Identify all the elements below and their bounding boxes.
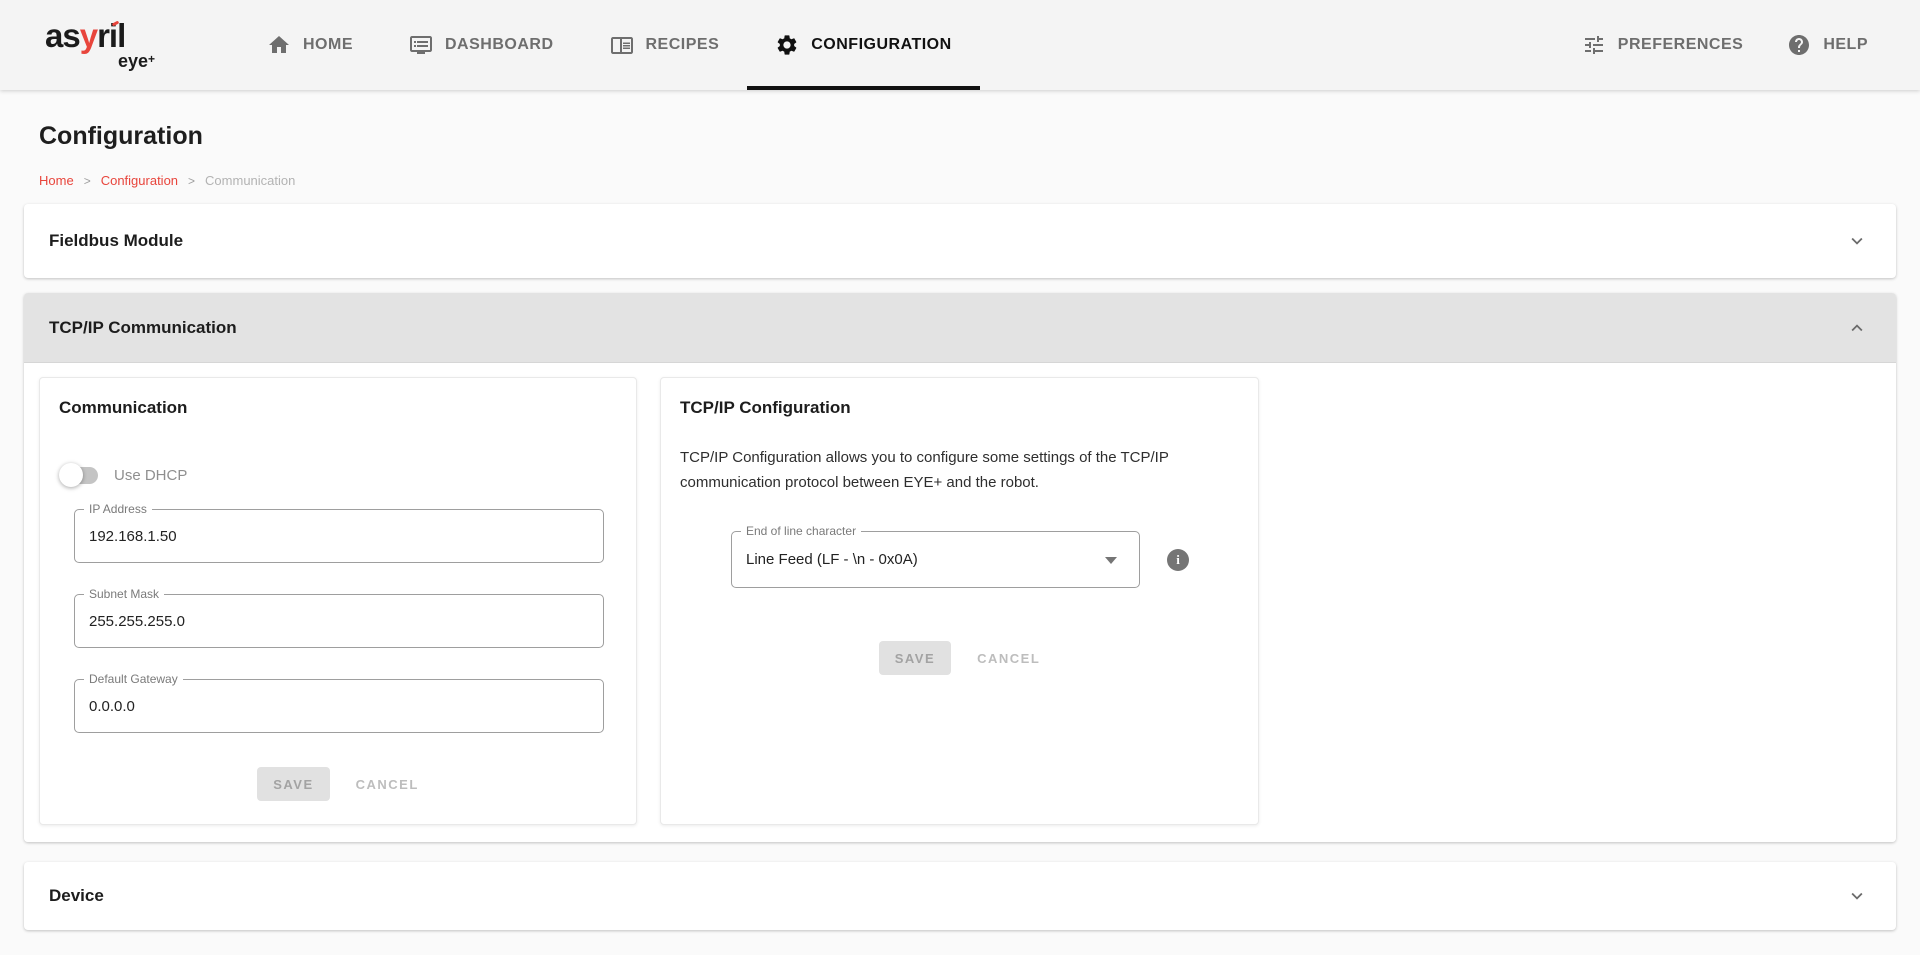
logo-subtext: eye+	[45, 51, 155, 69]
chevron-down-icon	[1846, 885, 1868, 907]
breadcrumb-separator: >	[188, 174, 195, 188]
end-of-line-character-select[interactable]: End of line character Line Feed (LF - \n…	[731, 531, 1140, 588]
communication-save-button[interactable]: SAVE	[257, 767, 329, 801]
tcpip-configuration-actions: SAVE CANCEL	[661, 641, 1258, 675]
logo-wordmark: asyril	[45, 21, 155, 51]
use-dhcp-toggle[interactable]	[59, 463, 99, 487]
asyril-logo[interactable]: asyril eye+	[45, 0, 155, 90]
main-content: Configuration Home > Configuration > Com…	[0, 122, 1920, 930]
tab-home[interactable]: HOME	[239, 0, 381, 90]
subnet-mask-field-label: Subnet Mask	[84, 587, 164, 601]
tcpip-communication-body: Communication Use DHCP IP Address Subnet…	[24, 363, 1896, 842]
tcpip-configuration-description: TCP/IP Configuration allows you to confi…	[680, 445, 1185, 495]
app-header: asyril eye+ HOME DASHBOARD RECIPES	[0, 0, 1920, 90]
end-of-line-character-label: End of line character	[741, 524, 861, 538]
chevron-down-icon	[1846, 230, 1868, 252]
breadcrumb-separator: >	[84, 174, 91, 188]
tab-recipes-label: RECIPES	[646, 36, 720, 54]
main-navigation: HOME DASHBOARD RECIPES CONFIGURATION	[239, 0, 980, 90]
breadcrumb-home-link[interactable]: Home	[39, 173, 74, 188]
tcpip-communication-header[interactable]: TCP/IP Communication	[24, 293, 1896, 363]
logo-text-as: as	[45, 21, 80, 51]
tab-configuration[interactable]: CONFIGURATION	[747, 0, 979, 90]
ip-address-field-label: IP Address	[84, 502, 152, 516]
device-title: Device	[49, 886, 104, 906]
tab-configuration-label: CONFIGURATION	[811, 36, 951, 54]
communication-card: Communication Use DHCP IP Address Subnet…	[39, 377, 637, 825]
default-gateway-field[interactable]: Default Gateway	[74, 679, 604, 733]
help-button[interactable]: HELP	[1765, 0, 1890, 90]
breadcrumb: Home > Configuration > Communication	[39, 173, 1896, 188]
toggle-thumb	[59, 463, 83, 487]
info-icon[interactable]: i	[1167, 549, 1189, 571]
tcpip-communication-title: TCP/IP Communication	[49, 318, 237, 338]
communication-card-title: Communication	[59, 398, 636, 418]
breadcrumb-configuration-link[interactable]: Configuration	[101, 173, 178, 188]
tab-dashboard[interactable]: DASHBOARD	[381, 0, 582, 90]
logo-text-r: r	[97, 21, 109, 51]
communication-actions: SAVE CANCEL	[40, 767, 636, 801]
breadcrumb-current: Communication	[205, 173, 295, 188]
fieldbus-module-title: Fieldbus Module	[49, 231, 183, 251]
fieldbus-module-header[interactable]: Fieldbus Module	[24, 204, 1896, 278]
preferences-button[interactable]: PREFERENCES	[1560, 0, 1766, 90]
logo-text-y: y	[80, 21, 97, 51]
chevron-up-icon	[1846, 317, 1868, 339]
use-dhcp-label: Use DHCP	[114, 467, 187, 484]
fieldbus-module-section: Fieldbus Module	[24, 204, 1896, 278]
tcpip-communication-section: TCP/IP Communication Communication Use D…	[24, 293, 1896, 842]
device-header[interactable]: Device	[24, 862, 1896, 930]
tcpip-configuration-card: TCP/IP Configuration TCP/IP Configuratio…	[660, 377, 1259, 825]
page-title: Configuration	[39, 122, 1896, 151]
default-gateway-field-label: Default Gateway	[84, 672, 183, 686]
dhcp-toggle-row: Use DHCP	[59, 463, 636, 487]
tab-dashboard-label: DASHBOARD	[445, 36, 554, 54]
ip-address-field[interactable]: IP Address	[74, 509, 604, 563]
tcpip-cancel-button[interactable]: CANCEL	[977, 651, 1040, 666]
eol-dropdown-row: End of line character Line Feed (LF - \n…	[731, 531, 1258, 588]
logo-text-il: il	[109, 21, 125, 51]
recipes-book-icon	[610, 33, 634, 57]
secondary-navigation: PREFERENCES HELP	[1560, 0, 1920, 90]
tab-home-label: HOME	[303, 36, 353, 54]
help-label: HELP	[1823, 36, 1868, 54]
tcpip-configuration-card-title: TCP/IP Configuration	[680, 398, 1258, 418]
home-icon	[267, 33, 291, 57]
help-question-icon	[1787, 33, 1811, 57]
tcpip-save-button[interactable]: SAVE	[879, 641, 951, 675]
dashboard-monitor-icon	[409, 33, 433, 57]
subnet-mask-field[interactable]: Subnet Mask	[74, 594, 604, 648]
communication-cancel-button[interactable]: CANCEL	[356, 777, 419, 792]
default-gateway-input[interactable]	[75, 698, 603, 715]
preferences-label: PREFERENCES	[1618, 36, 1744, 54]
end-of-line-character-value: Line Feed (LF - \n - 0x0A)	[732, 551, 932, 568]
tune-sliders-icon	[1582, 33, 1606, 57]
dropdown-arrow-icon	[1105, 557, 1117, 564]
tab-recipes[interactable]: RECIPES	[582, 0, 748, 90]
gear-icon	[775, 33, 799, 57]
ip-address-input[interactable]	[75, 528, 603, 545]
device-section: Device	[24, 862, 1896, 930]
subnet-mask-input[interactable]	[75, 613, 603, 630]
